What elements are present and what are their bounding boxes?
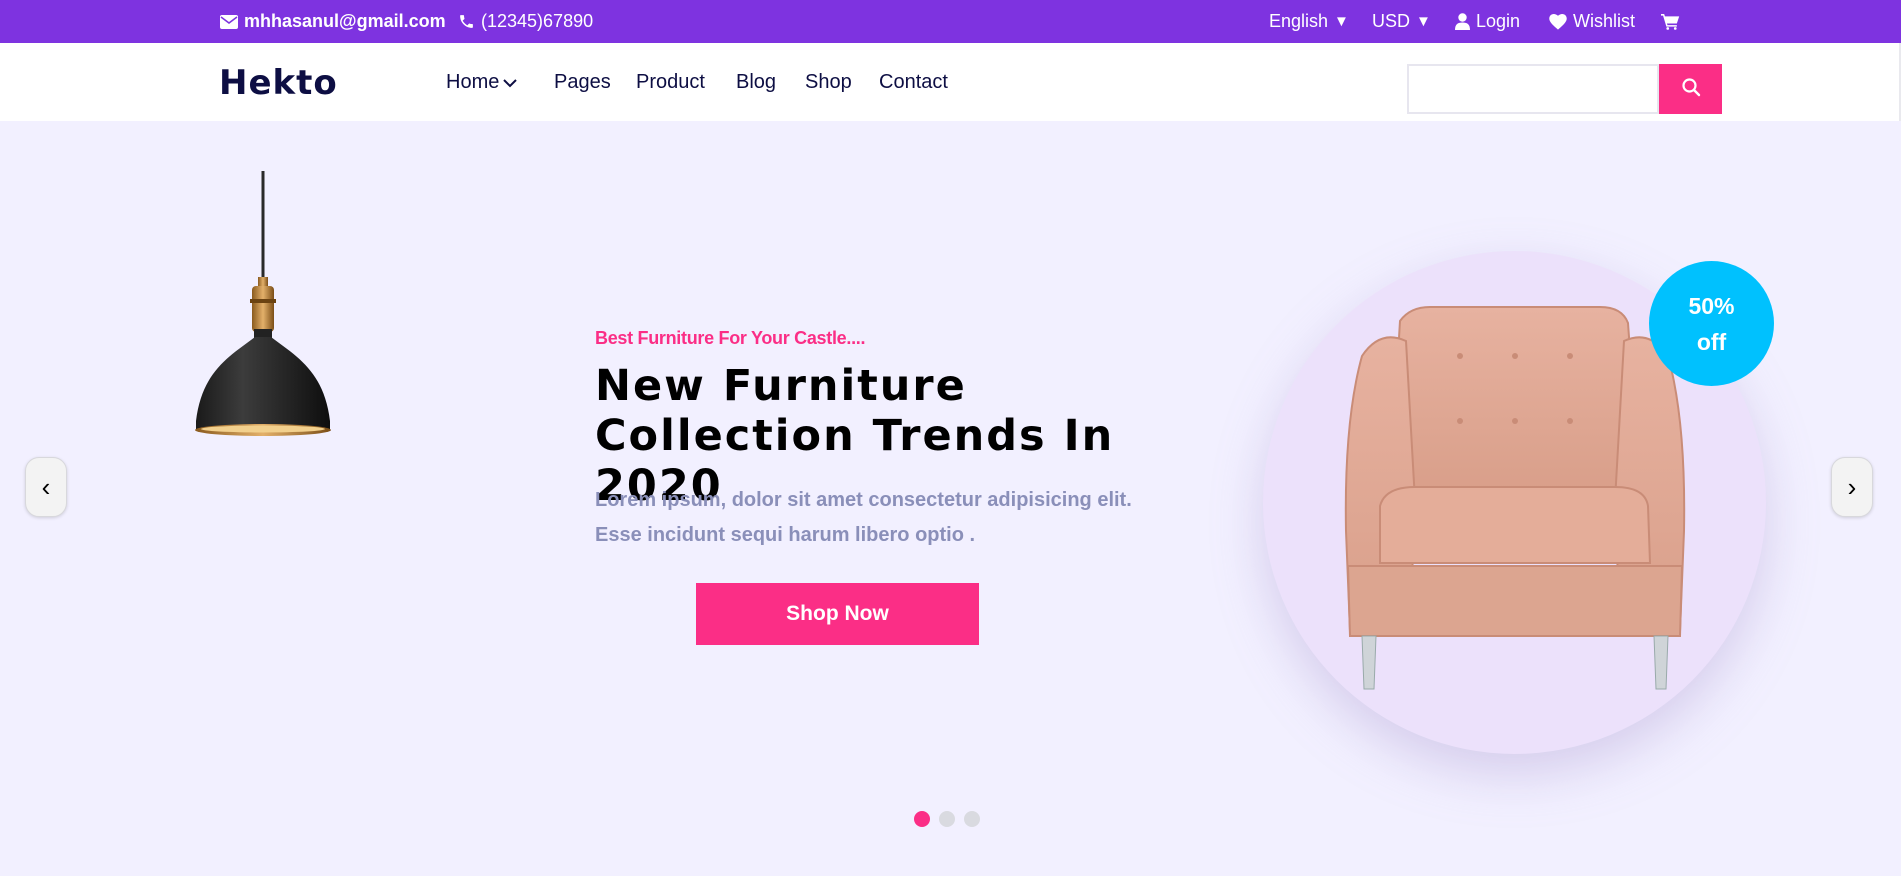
top-bar: mhhasanul@gmail.com (12345)67890 English… <box>0 0 1901 43</box>
hero-description: Lorem ipsum, dolor sit amet consectetur … <box>595 489 1132 546</box>
armchair-image <box>1340 301 1690 706</box>
slide-dot-3[interactable] <box>964 811 980 827</box>
currency-label: USD <box>1372 11 1411 31</box>
shop-now-button[interactable]: Shop Now <box>696 583 979 645</box>
slide-dot-2[interactable] <box>939 811 955 827</box>
hero-tagline: Best Furniture For Your Castle.... <box>595 328 866 348</box>
search-button[interactable] <box>1659 64 1722 114</box>
discount-badge: 50% off <box>1649 261 1774 386</box>
chevron-left-icon: ‹ <box>41 471 51 502</box>
heart-icon <box>1549 13 1567 30</box>
login-link[interactable]: Login <box>1455 0 1520 43</box>
nav-blog[interactable]: Blog <box>736 43 776 121</box>
search-icon <box>1681 77 1701 102</box>
nav-product[interactable]: Product <box>636 43 705 121</box>
slide-dot-1[interactable] <box>914 811 930 827</box>
site-logo[interactable]: Hekto <box>219 63 338 103</box>
chevron-right-icon: › <box>1847 471 1857 502</box>
nav-home[interactable]: Home <box>446 43 518 121</box>
pendant-lamp-image <box>170 171 350 516</box>
nav-pages[interactable]: Pages <box>554 43 611 121</box>
phone-contact[interactable]: (12345)67890 <box>458 0 593 43</box>
nav-contact[interactable]: Contact <box>879 43 948 121</box>
cart-icon <box>1661 13 1680 30</box>
cart-button[interactable] <box>1661 0 1680 43</box>
currency-select[interactable]: USD ▼ <box>1372 0 1431 43</box>
caret-down-icon: ▼ <box>1416 13 1431 30</box>
phone-text: (12345)67890 <box>481 11 594 31</box>
discount-off-label: off <box>1696 328 1727 355</box>
email-text: mhhasanul@gmail.com <box>244 11 446 31</box>
login-label: Login <box>1476 11 1521 31</box>
language-label: English <box>1269 11 1329 31</box>
caret-down-icon: ▼ <box>1334 13 1349 30</box>
nav-shop[interactable]: Shop <box>805 43 852 121</box>
mail-icon <box>220 14 238 29</box>
language-select[interactable]: English ▼ <box>1269 0 1349 43</box>
prev-slide-button[interactable]: ‹ <box>25 457 67 517</box>
user-icon <box>1455 13 1470 30</box>
phone-icon <box>458 13 475 30</box>
hero-slider: Best Furniture For Your Castle.... New F… <box>0 121 1901 876</box>
slider-dots <box>914 811 980 827</box>
nav-home-label: Home <box>446 70 500 93</box>
wishlist-link[interactable]: Wishlist <box>1549 0 1635 43</box>
wishlist-label: Wishlist <box>1573 11 1635 31</box>
discount-percent: 50% <box>1688 292 1735 319</box>
email-contact[interactable]: mhhasanul@gmail.com <box>220 0 446 43</box>
next-slide-button[interactable]: › <box>1831 457 1873 517</box>
search-input[interactable] <box>1407 64 1659 114</box>
main-navbar: Hekto Home Pages Product Blog Shop Conta… <box>0 43 1901 121</box>
chevron-down-icon <box>503 71 518 94</box>
